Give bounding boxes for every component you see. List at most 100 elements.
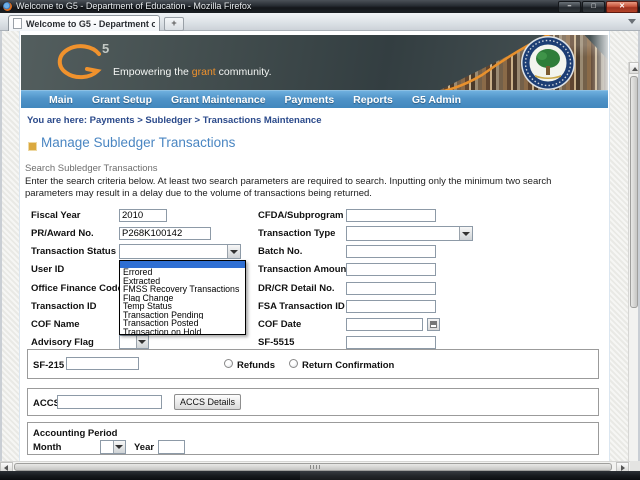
tab-title: Welcome to G5 - Department of Edu... (26, 18, 155, 29)
page-icon (13, 18, 22, 29)
status-option-transaction-posted[interactable]: Transaction Posted (120, 319, 245, 328)
label-sf-5515: SF-5515 (258, 337, 295, 348)
tab-bar: Welcome to G5 - Department of Edu... + (0, 13, 640, 31)
status-option-extracted[interactable]: Extracted (120, 277, 245, 286)
label-advisory-flag: Advisory Flag (31, 337, 94, 348)
nav-grant-setup[interactable]: Grant Setup (92, 94, 152, 106)
breadcrumb-prefix: You are here: (27, 115, 88, 126)
main-nav: Main Grant Setup Grant Maintenance Payme… (21, 90, 608, 108)
label-cof-date: COF Date (258, 319, 302, 330)
transaction-status-value (121, 246, 227, 257)
status-option-flag-change[interactable]: Flag Change (120, 294, 245, 303)
label-cfda-subprogram: CFDA/Subprogram (258, 210, 344, 221)
return-confirmation-radio-label: Return Confirmation (302, 360, 395, 371)
advisory-flag-select[interactable] (119, 335, 149, 349)
page-title: Manage Subledger Transactions (41, 135, 236, 150)
accounting-period-section: Accounting Period Month Year (27, 422, 599, 455)
label-transaction-id: Transaction ID (31, 301, 97, 312)
list-all-tabs-icon[interactable] (628, 19, 636, 24)
refunds-radio-label: Refunds (237, 360, 275, 371)
horizontal-scroll-thumb[interactable] (14, 463, 612, 471)
accs-input[interactable] (57, 395, 162, 409)
breadcrumb-link-subledger[interactable]: Subledger (145, 115, 191, 126)
year-input[interactable] (158, 440, 185, 454)
label-fiscal-year: Fiscal Year (31, 210, 81, 221)
banner-tagline: Empowering the grant community. (113, 66, 272, 78)
nav-reports[interactable]: Reports (353, 94, 393, 106)
accounting-period-title: Accounting Period (33, 428, 118, 439)
label-month: Month (33, 442, 62, 453)
cfda-subprogram-input[interactable] (346, 209, 436, 222)
label-user-id: User ID (31, 264, 65, 275)
label-fsa-transaction-id: FSA Transaction ID (258, 301, 345, 312)
nav-payments[interactable]: Payments (285, 94, 335, 106)
month-select[interactable] (100, 440, 126, 454)
label-transaction-status: Transaction Status (31, 246, 116, 257)
vertical-scroll-thumb[interactable] (630, 76, 638, 308)
window-controls: – □ ✕ (558, 1, 638, 13)
batch-no-input[interactable] (346, 245, 436, 258)
sf-5515-input[interactable] (346, 336, 436, 349)
fiscal-year-input[interactable] (119, 209, 167, 222)
tab-welcome-g5[interactable]: Welcome to G5 - Department of Edu... (8, 15, 160, 31)
g5-logo-icon (57, 44, 102, 80)
dropdown-arrow-icon[interactable] (113, 441, 125, 453)
horizontal-scrollbar[interactable] (0, 461, 640, 472)
label-cof-name: COF Name (31, 319, 80, 330)
browser-window: Welcome to G5 - Department of Education … (0, 0, 640, 480)
cof-date-input[interactable] (346, 318, 423, 331)
nav-grant-maintenance[interactable]: Grant Maintenance (171, 94, 266, 106)
title-bullet-icon (28, 142, 37, 151)
breadcrumb: You are here: Payments > Subledger > Tra… (27, 115, 321, 126)
scroll-up-button[interactable] (629, 62, 639, 74)
transaction-status-select[interactable] (119, 244, 241, 259)
close-button[interactable]: ✕ (606, 1, 638, 13)
refunds-radio[interactable] (224, 359, 233, 368)
g5-banner: 5 Empowering the grant community. (21, 35, 608, 90)
nav-g5-admin[interactable]: G5 Admin (412, 94, 461, 106)
breadcrumb-link-payments[interactable]: Payments (90, 115, 135, 126)
vertical-scrollbar[interactable] (628, 62, 639, 480)
label-sf-215: SF-215 (33, 360, 65, 371)
status-option-transaction-on-hold[interactable]: Transaction on Hold (120, 328, 245, 335)
firefox-icon (3, 2, 12, 11)
transaction-amount-input[interactable] (346, 263, 436, 276)
dropdown-arrow-icon[interactable] (459, 227, 472, 240)
sf-215-input[interactable] (66, 357, 139, 370)
status-option-fmss-recovery[interactable]: FMSS Recovery Transactions (120, 285, 245, 294)
browser-viewport: 5 Empowering the grant community. Main G… (0, 31, 640, 480)
label-office-finance-code: Office Finance Code (31, 283, 123, 294)
dropdown-arrow-icon[interactable] (227, 245, 240, 258)
calendar-icon[interactable] (427, 318, 440, 331)
status-option-blank[interactable] (120, 261, 245, 268)
fsa-transaction-id-input[interactable] (346, 300, 436, 313)
maximize-button[interactable]: □ (582, 1, 605, 13)
dr-cr-detail-no-input[interactable] (346, 282, 436, 295)
accs-section: ACCS ACCS Details (27, 388, 599, 416)
status-option-temp-status[interactable]: Temp Status (120, 302, 245, 311)
sf-215-section: SF-215 Refunds Return Confirmation (27, 349, 599, 379)
page-content: 5 Empowering the grant community. Main G… (19, 31, 610, 461)
transaction-status-dropdown: Errored Extracted FMSS Recovery Transact… (119, 260, 246, 335)
dropdown-arrow-icon[interactable] (136, 336, 148, 348)
status-option-errored[interactable]: Errored (120, 268, 245, 277)
breadcrumb-separator: > (194, 115, 201, 126)
breadcrumb-link-transactions-maintenance[interactable]: Transactions Maintenance (203, 115, 322, 126)
breadcrumb-separator: > (137, 115, 143, 126)
nav-main[interactable]: Main (49, 94, 73, 106)
pr-award-no-input[interactable] (119, 227, 211, 240)
minimize-button[interactable]: – (558, 1, 581, 13)
label-pr-award-no: PR/Award No. (31, 228, 94, 239)
label-accs: ACCS (33, 398, 60, 409)
label-transaction-type: Transaction Type (258, 228, 336, 239)
scrollbar-corner (630, 461, 640, 471)
search-instructions: Enter the search criteria below. At leas… (25, 176, 552, 199)
transaction-type-select[interactable] (346, 226, 473, 241)
label-batch-no: Batch No. (258, 246, 303, 257)
label-transaction-amount: Transaction Amount (258, 264, 350, 275)
taskbar-strip (0, 471, 640, 480)
accs-details-button[interactable]: ACCS Details (174, 394, 242, 410)
return-confirmation-radio[interactable] (289, 359, 298, 368)
status-option-transaction-pending[interactable]: Transaction Pending (120, 311, 245, 320)
new-tab-button[interactable]: + (164, 17, 184, 31)
